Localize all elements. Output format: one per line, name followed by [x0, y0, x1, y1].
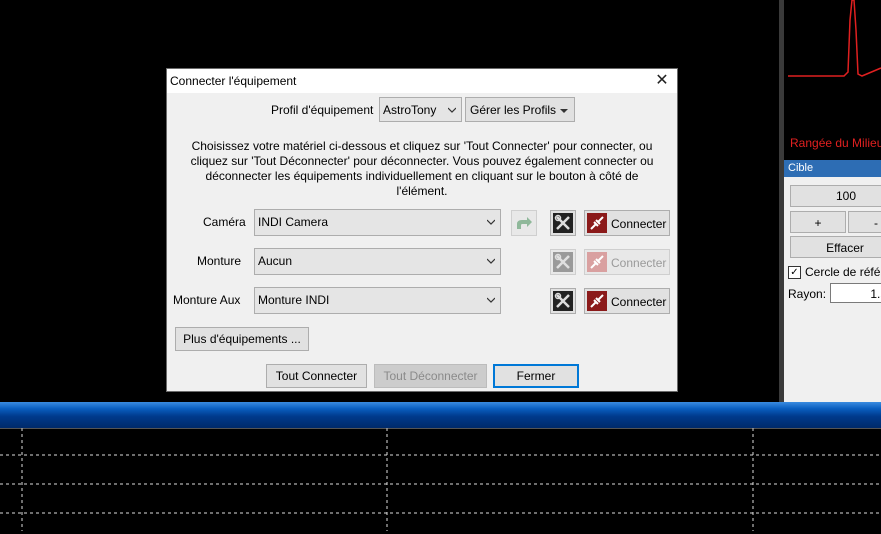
- instructions-text: Choisissez votre matériel ci-dessous et …: [190, 139, 654, 198]
- aux-mount-select[interactable]: Monture INDI: [254, 287, 501, 314]
- decrease-button[interactable]: -: [848, 211, 881, 233]
- camera-settings-shortcut-button[interactable]: [511, 210, 537, 236]
- close-button[interactable]: Fermer: [493, 364, 579, 388]
- mount-label: Monture: [197, 254, 242, 268]
- aux-mount-connect-button[interactable]: Connecter: [584, 288, 670, 314]
- dropdown-arrow-icon: [560, 109, 568, 113]
- manage-profiles-button[interactable]: Gérer les Profils: [465, 97, 575, 122]
- camera-value: INDI Camera: [258, 215, 329, 229]
- reference-circle-checkbox[interactable]: ✓ Cercle de référence: [788, 265, 881, 279]
- camera-connect-label: Connecter: [611, 217, 667, 231]
- manage-profiles-label: Gérer les Profils: [470, 103, 557, 117]
- aux-mount-setup-button[interactable]: [550, 288, 576, 314]
- target-value: 100: [790, 185, 881, 207]
- mount-value: Aucun: [258, 254, 293, 268]
- mount-setup-button[interactable]: [550, 249, 576, 275]
- chevron-down-icon: [487, 258, 495, 264]
- plug-icon: [587, 213, 607, 233]
- target-panel-title: Cible: [784, 160, 881, 177]
- profile-select[interactable]: AstroTony: [379, 97, 462, 122]
- camera-label: Caméra: [203, 215, 246, 229]
- increase-button[interactable]: +: [790, 211, 846, 233]
- mount-connect-label: Connecter: [611, 256, 667, 270]
- graph-grid: [0, 427, 881, 531]
- disconnect-all-button[interactable]: Tout Déconnecter: [374, 364, 487, 388]
- more-equipment-button[interactable]: Plus d'équipements ...: [175, 327, 309, 351]
- graph-header-bar: [0, 402, 881, 428]
- target-panel: Cible 100 + - Effacer ✓ Cercle de référe…: [784, 160, 881, 402]
- chevron-down-icon: [487, 219, 495, 225]
- aux-mount-value: Monture INDI: [258, 293, 330, 307]
- mount-connect-button[interactable]: Connecter: [584, 249, 670, 275]
- aux-mount-label: Monture Aux: [173, 293, 241, 307]
- camera-setup-button[interactable]: [550, 210, 576, 236]
- bottom-graph: [0, 427, 881, 531]
- radius-input[interactable]: 1.5: [830, 283, 881, 303]
- connect-all-button[interactable]: Tout Connecter: [266, 364, 367, 388]
- camera-connect-button[interactable]: Connecter: [584, 210, 670, 236]
- profile-label: Profil d'équipement: [271, 103, 374, 117]
- profile-value: AstroTony: [383, 103, 437, 117]
- mount-select[interactable]: Aucun: [254, 248, 501, 275]
- reference-circle-label: Cercle de référence: [805, 265, 881, 279]
- mid-row-label: Rangée du Milieu: [790, 136, 881, 150]
- camera-select[interactable]: INDI Camera: [254, 209, 501, 236]
- radius-label: Rayon:: [788, 287, 827, 301]
- dialog-title: Connecter l'équipement: [170, 74, 297, 88]
- plug-icon: [587, 291, 607, 311]
- checkbox-icon[interactable]: ✓: [788, 265, 801, 279]
- connect-equipment-dialog: Connecter l'équipement ✕ Profil d'équipe…: [166, 68, 678, 392]
- tools-icon: [553, 252, 573, 272]
- chevron-down-icon: [487, 297, 495, 303]
- tools-icon: [553, 213, 573, 233]
- star-profile-graph: Rangée du Milieu: [784, 0, 881, 160]
- close-icon[interactable]: ✕: [653, 72, 671, 90]
- forward-arrow-icon: [517, 217, 532, 229]
- tools-icon: [553, 291, 573, 311]
- chevron-down-icon: [448, 107, 456, 113]
- clear-button[interactable]: Effacer: [790, 236, 881, 258]
- aux-mount-connect-label: Connecter: [611, 295, 667, 309]
- plug-icon: [587, 252, 607, 272]
- dialog-titlebar: Connecter l'équipement ✕: [167, 69, 677, 93]
- target-panel-body: 100 + - Effacer ✓ Cercle de référence Ra…: [784, 177, 881, 402]
